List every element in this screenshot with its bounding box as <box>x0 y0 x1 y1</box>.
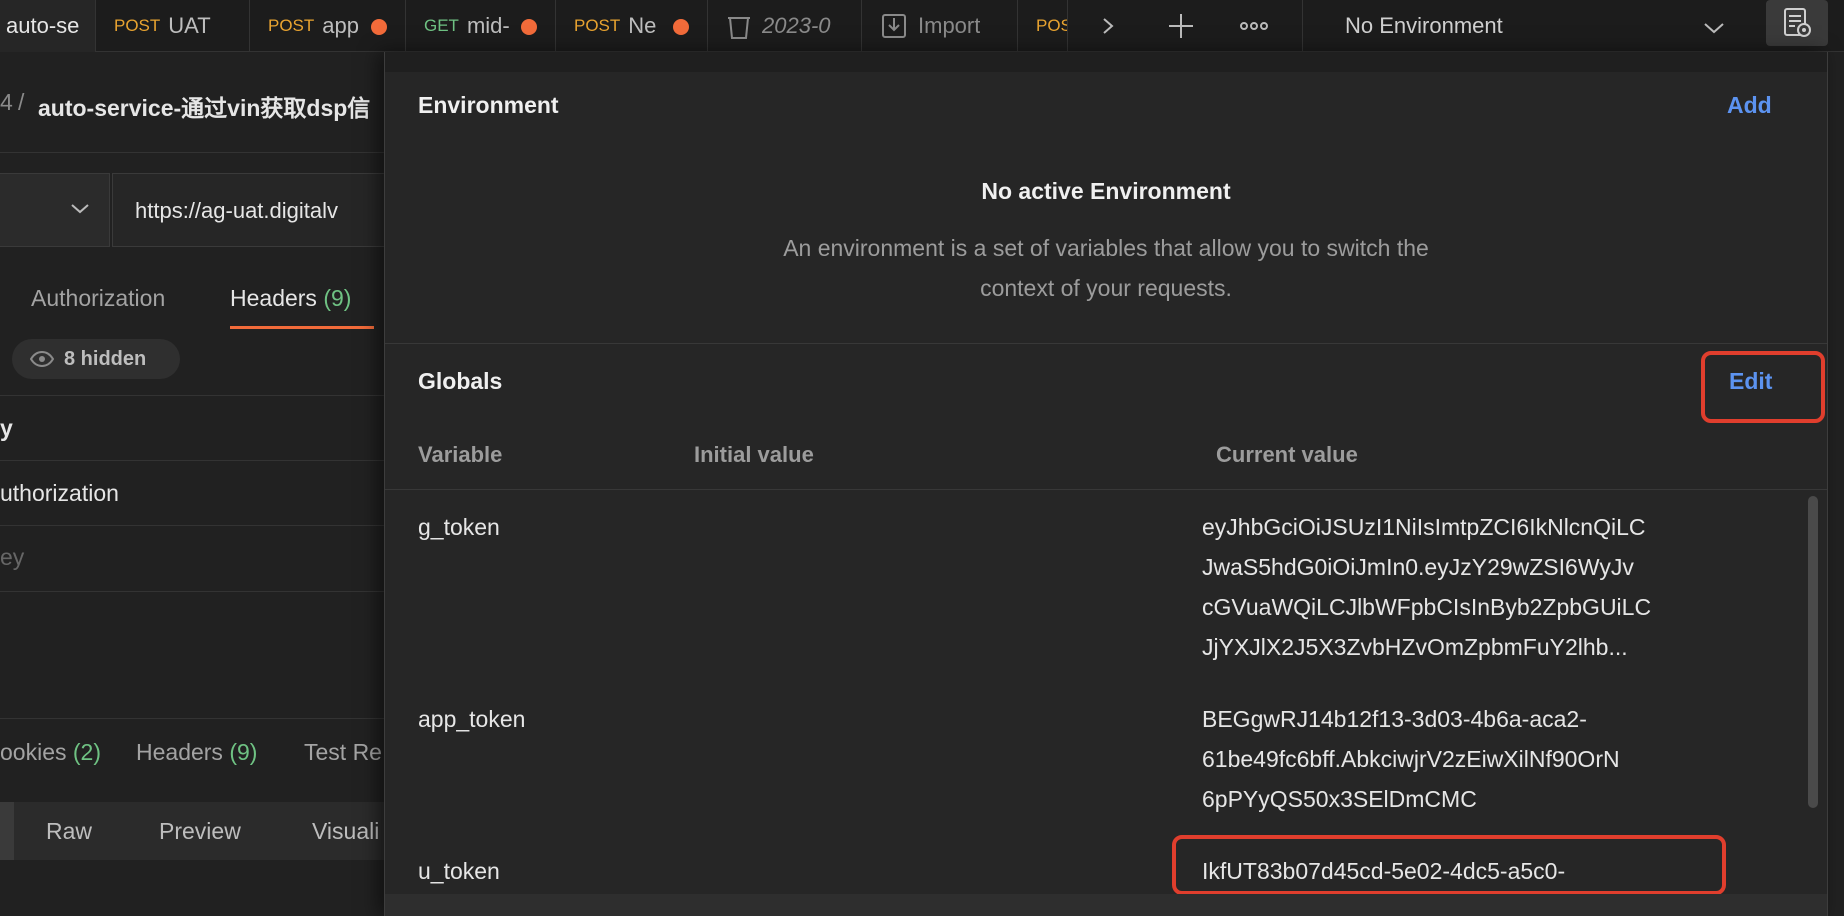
column-header-current-value: Current value <box>1216 442 1358 467</box>
environment-section-title: Environment <box>418 92 559 118</box>
chevron-down-icon <box>1703 16 1725 42</box>
response-tab-cookies[interactable]: ookies (2) <box>0 739 101 766</box>
empty-state-title: No active Environment <box>981 178 1231 204</box>
request-tab[interactable]: POST Ne <box>556 0 708 52</box>
body-view-selected-marker <box>0 802 14 860</box>
url-text: https://ag-uat.digitalv <box>135 198 339 223</box>
tab-method: POST <box>574 16 621 35</box>
request-tab[interactable]: POS <box>1018 0 1068 52</box>
globals-scrollbar[interactable] <box>1808 496 1818 808</box>
tab-title: Import <box>918 13 981 38</box>
body-tab-raw[interactable]: Raw <box>46 818 92 845</box>
variable-name: app_token <box>418 706 526 732</box>
highlight-u-token-value <box>1172 835 1726 895</box>
request-tab[interactable]: POST UAT <box>96 0 250 52</box>
active-tab-indicator <box>230 326 374 329</box>
trash-folder-icon <box>726 12 752 40</box>
header-key-placeholder[interactable]: ey <box>0 544 24 571</box>
breadcrumb-parent[interactable]: 4 <box>0 89 13 116</box>
collection-tab[interactable]: 2023-0 <box>708 0 862 52</box>
response-tab-test-results[interactable]: Test Re <box>304 739 382 766</box>
tab-method: POS <box>1036 16 1067 35</box>
request-name[interactable]: auto-service-通过vin获取dsp信 <box>38 89 370 123</box>
hidden-headers-label: 8 hidden <box>64 347 147 370</box>
value-line: JwaS5hdG0iOiJmIn0.eyJzY29wZSI6WyJv <box>1202 554 1634 580</box>
response-tab-headers-count: (9) <box>229 739 258 765</box>
tab-bar: auto-se POST UAT POST app GET mid- POST … <box>0 0 1844 52</box>
column-header-initial-value: Initial value <box>694 442 814 467</box>
tab-title: auto-se <box>6 13 80 38</box>
environment-quicklook-icon[interactable] <box>1766 0 1828 46</box>
method-selector[interactable] <box>0 173 110 247</box>
request-tab[interactable]: GET mid- <box>406 0 556 52</box>
variable-current-value: BEGgwRJ14b12f13-3d03-4b6a-aca2- 61be49fc… <box>1202 699 1702 819</box>
tab-method: POST <box>114 16 161 35</box>
breadcrumb-separator: / <box>18 89 25 115</box>
globals-section-title: Globals <box>418 368 503 394</box>
tab-headers-count: (9) <box>323 285 352 311</box>
ellipsis-icon[interactable] <box>1214 0 1294 52</box>
tab-title: UAT <box>168 13 211 38</box>
tab-title: Ne <box>628 13 657 38</box>
value-line: cGVuaWQiLCJlbWFpbCIsInByb2ZpbGUiLC <box>1202 594 1652 620</box>
tab-method: POST <box>268 16 315 35</box>
value-line: eyJhbGciOiJSUzI1NiIsImtpZCI6IkNlcnQiLC <box>1202 514 1646 540</box>
empty-state-description-line2: context of your requests. <box>980 275 1232 301</box>
value-line: 61be49fc6bff.AbkciwjrV2zEiwXilNf90OrN <box>1202 746 1620 772</box>
environment-selector-value: No Environment <box>1345 13 1503 38</box>
tab-title: 2023-0 <box>762 13 831 38</box>
header-key-column: y <box>0 415 13 441</box>
value-line: JjYXJlX2J5X3ZvbHZvOmZpbmFuY2lhb... <box>1202 634 1628 660</box>
unsaved-dot <box>673 19 689 35</box>
tab-title: mid- <box>466 13 510 38</box>
variable-name: u_token <box>418 858 500 884</box>
response-tab-cookies-count: (2) <box>72 739 101 765</box>
response-tab-headers-label: Headers <box>136 739 223 765</box>
value-line: BEGgwRJ14b12f13-3d03-4b6a-aca2- <box>1202 706 1587 732</box>
eye-icon <box>30 351 54 367</box>
empty-state-description-line1: An environment is a set of variables tha… <box>783 235 1429 261</box>
chevron-down-icon <box>70 202 90 221</box>
add-environment-button[interactable]: Add <box>1727 92 1772 119</box>
body-tab-preview[interactable]: Preview <box>159 818 241 845</box>
tab-method: GET <box>424 16 459 35</box>
request-editor: 4 / auto-service-通过vin获取dsp信 https://ag-… <box>0 53 392 916</box>
plus-icon[interactable] <box>1148 0 1214 52</box>
unsaved-dot <box>521 19 537 35</box>
body-tab-visualize[interactable]: Visuali <box>312 818 379 845</box>
value-line: 6pPYyQS50x3SElDmCMC <box>1202 786 1477 812</box>
panel-top-strip <box>385 52 1827 72</box>
chevron-right-icon[interactable] <box>1068 0 1148 52</box>
response-tab-cookies-label: ookies <box>0 739 67 765</box>
highlight-edit-button <box>1701 351 1825 423</box>
tab-title: app <box>322 13 360 38</box>
hidden-headers-toggle[interactable]: 8 hidden <box>12 339 180 379</box>
import-tab[interactable]: Import <box>862 0 1018 52</box>
tab-headers[interactable]: Headers (9) <box>230 285 351 312</box>
unsaved-dot <box>371 19 387 35</box>
panel-bottom-strip <box>385 894 1827 916</box>
url-input[interactable]: https://ag-uat.digitalv <box>112 173 392 247</box>
request-tab[interactable]: POST app <box>250 0 406 52</box>
variable-current-value: eyJhbGciOiJSUzI1NiIsImtpZCI6IkNlcnQiLC J… <box>1202 507 1702 667</box>
environment-quicklook-panel: Environment Add No active Environment An… <box>384 52 1828 916</box>
import-icon <box>880 12 908 40</box>
tab-authorization[interactable]: Authorization <box>31 285 165 312</box>
tab-headers-label: Headers <box>230 285 317 311</box>
environment-selector[interactable]: No Environment <box>1302 0 1740 52</box>
header-row-key[interactable]: uthorization <box>0 480 119 507</box>
body-view-tabs: Raw Preview Visuali <box>0 802 384 860</box>
variable-name: g_token <box>418 514 500 540</box>
column-header-variable: Variable <box>418 442 503 467</box>
response-tab-headers[interactable]: Headers (9) <box>136 739 257 766</box>
request-tab-active[interactable]: auto-se <box>0 0 96 52</box>
